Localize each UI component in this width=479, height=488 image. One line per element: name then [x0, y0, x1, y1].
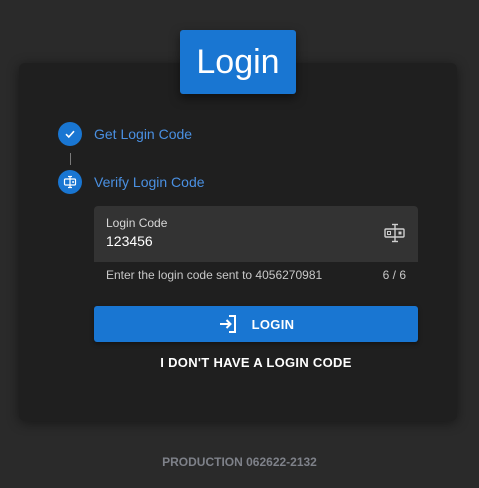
login-code-field[interactable]: Login Code [94, 206, 418, 262]
no-login-code-button[interactable]: I DON'T HAVE A LOGIN CODE [94, 355, 418, 370]
login-code-helper-text: Enter the login code sent to 4056270981 [106, 268, 323, 282]
step-connector [70, 153, 71, 165]
page-title: Login [180, 30, 296, 94]
step-active-keypad-icon [58, 170, 82, 194]
step-label-verify-login-code: Verify Login Code [94, 174, 205, 190]
login-icon [219, 315, 236, 333]
input-cursor-icon [384, 223, 406, 248]
step-complete-check-icon [58, 122, 82, 146]
version-footer: PRODUCTION 062622-2132 [162, 455, 317, 469]
login-code-input[interactable] [106, 233, 356, 249]
step-label-get-login-code[interactable]: Get Login Code [94, 125, 192, 143]
character-counter: 6 / 6 [382, 268, 406, 282]
login-button-label: LOGIN [251, 316, 295, 332]
login-button[interactable]: LOGIN [94, 306, 418, 342]
login-code-label: Login Code [106, 216, 168, 230]
